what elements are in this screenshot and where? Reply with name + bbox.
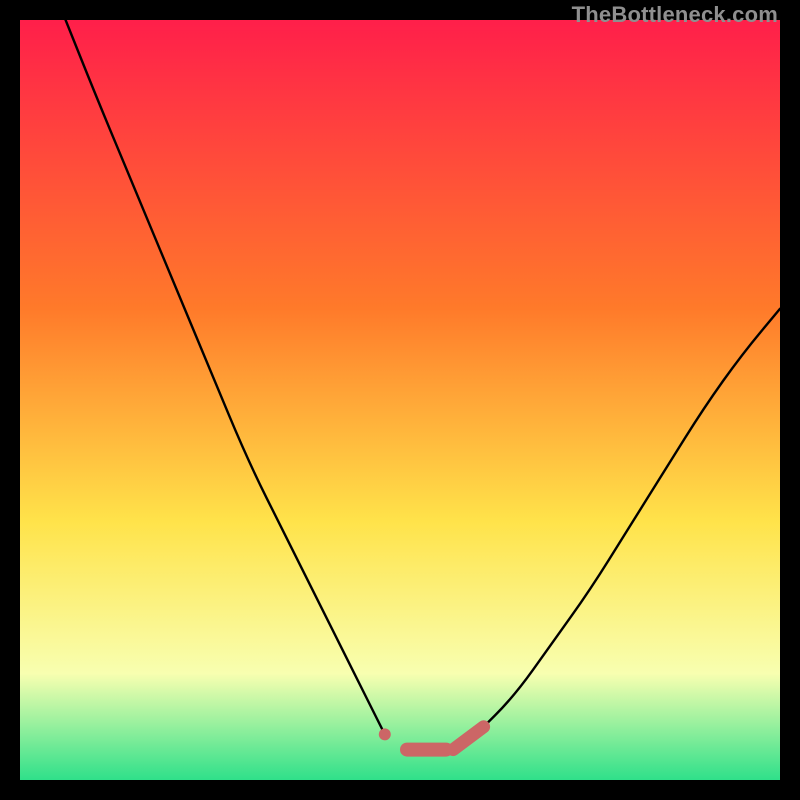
bottleneck-chart <box>20 20 780 780</box>
marker-flat <box>400 743 453 757</box>
chart-frame: TheBottleneck.com <box>0 0 800 800</box>
gradient-background <box>20 20 780 780</box>
marker-dot <box>379 728 391 740</box>
